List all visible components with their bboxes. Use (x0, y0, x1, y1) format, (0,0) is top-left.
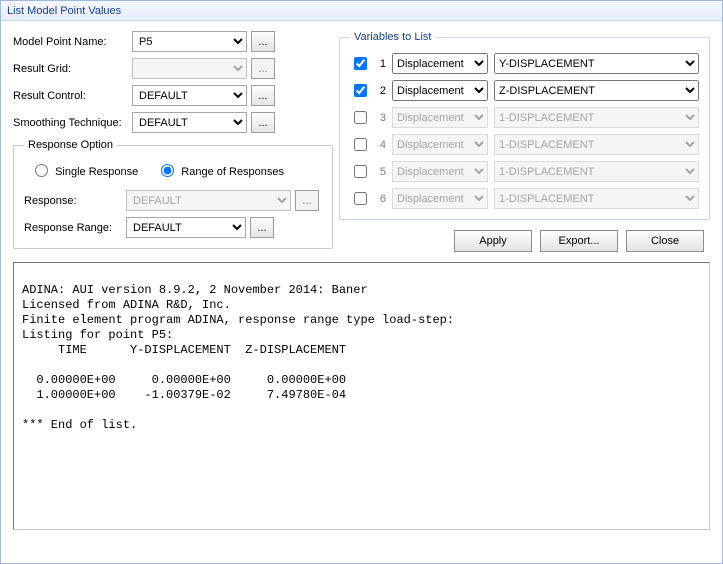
label-model-point-name: Model Point Name: (13, 36, 128, 48)
model-point-name-browse-button[interactable]: ... (251, 31, 275, 52)
output-panel[interactable]: ADINA: AUI version 8.9.2, 2 November 201… (13, 262, 710, 530)
single-response-radio[interactable] (35, 164, 48, 177)
smoothing-technique-select[interactable]: DEFAULT (132, 112, 247, 133)
variable-row: 4 Displacement 1-DISPLACEMENT (350, 134, 699, 155)
response-range-select[interactable]: DEFAULT (126, 217, 246, 238)
variable-type-select[interactable]: Displacement (392, 53, 488, 74)
variable-index: 2 (376, 85, 386, 97)
output-text: ADINA: AUI version 8.9.2, 2 November 201… (14, 263, 709, 435)
variable-type-select: Displacement (392, 134, 488, 155)
window-title: List Model Point Values (7, 5, 121, 17)
range-of-responses-text: Range of Responses (181, 166, 284, 178)
variable-index: 4 (376, 139, 386, 151)
variable-index: 3 (376, 112, 386, 124)
variable-type-select: Displacement (392, 188, 488, 209)
variable-name-select: 1-DISPLACEMENT (494, 188, 699, 209)
variable-checkbox[interactable] (354, 57, 367, 70)
apply-button[interactable]: Apply (454, 230, 532, 252)
variables-legend: Variables to List (350, 31, 435, 43)
variable-checkbox[interactable] (354, 165, 367, 178)
range-of-responses-radio-label[interactable]: Range of Responses (156, 161, 284, 178)
close-button[interactable]: Close (626, 230, 704, 252)
response-browse-button: ... (295, 190, 319, 211)
label-smoothing-technique: Smoothing Technique: (13, 117, 128, 129)
variable-type-select: Displacement (392, 107, 488, 128)
variable-checkbox[interactable] (354, 138, 367, 151)
result-control-select[interactable]: DEFAULT (132, 85, 247, 106)
range-of-responses-radio[interactable] (161, 164, 174, 177)
titlebar: List Model Point Values (1, 1, 722, 21)
response-select: DEFAULT (126, 190, 291, 211)
smoothing-technique-browse-button[interactable]: ... (251, 112, 275, 133)
variable-name-select: 1-DISPLACEMENT (494, 134, 699, 155)
variable-name-select: 1-DISPLACEMENT (494, 107, 699, 128)
variable-type-select[interactable]: Displacement (392, 80, 488, 101)
variable-row: 6 Displacement 1-DISPLACEMENT (350, 188, 699, 209)
export-button[interactable]: Export... (540, 230, 618, 252)
single-response-radio-label[interactable]: Single Response (30, 161, 138, 178)
client-area: Model Point Name: P5 ... Result Grid: ..… (1, 21, 722, 540)
response-range-browse-button[interactable]: ... (250, 217, 274, 238)
variable-row: 1 Displacement Y-DISPLACEMENT (350, 53, 699, 74)
variable-name-select[interactable]: Z-DISPLACEMENT (494, 80, 699, 101)
variable-index: 5 (376, 166, 386, 178)
label-response: Response: (24, 195, 122, 207)
result-grid-browse-button: ... (251, 58, 275, 79)
response-option-legend: Response Option (24, 139, 117, 151)
variable-checkbox[interactable] (354, 111, 367, 124)
variable-type-select: Displacement (392, 161, 488, 182)
label-response-range: Response Range: (24, 222, 122, 234)
variables-to-list-group: Variables to List 1 Displacement Y-DISPLAC… (339, 31, 710, 220)
variable-row: 2 Displacement Z-DISPLACEMENT (350, 80, 699, 101)
label-result-control: Result Control: (13, 90, 128, 102)
result-control-browse-button[interactable]: ... (251, 85, 275, 106)
variable-name-select: 1-DISPLACEMENT (494, 161, 699, 182)
variable-checkbox[interactable] (354, 192, 367, 205)
variable-row: 5 Displacement 1-DISPLACEMENT (350, 161, 699, 182)
variable-checkbox[interactable] (354, 84, 367, 97)
variable-name-select[interactable]: Y-DISPLACEMENT (494, 53, 699, 74)
variable-row: 3 Displacement 1-DISPLACEMENT (350, 107, 699, 128)
response-option-group: Response Option Single Response Range of… (13, 139, 333, 249)
variable-index: 1 (376, 58, 386, 70)
variable-index: 6 (376, 193, 386, 205)
result-grid-select (132, 58, 247, 79)
single-response-text: Single Response (55, 166, 138, 178)
label-result-grid: Result Grid: (13, 63, 128, 75)
model-point-name-select[interactable]: P5 (132, 31, 247, 52)
